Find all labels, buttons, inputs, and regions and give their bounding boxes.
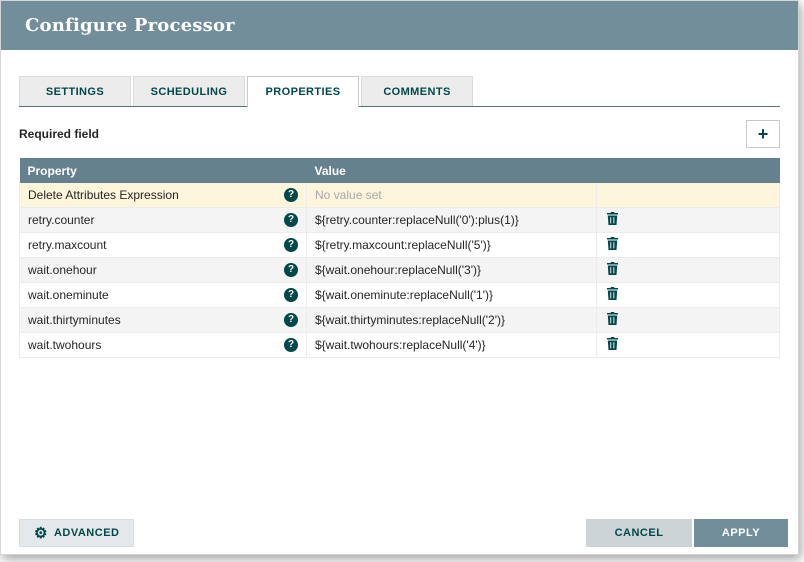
property-name-cell[interactable]: wait.oneminute? [19, 282, 307, 308]
table-row[interactable]: retry.counter? ${retry.counter:replaceNul… [19, 207, 780, 233]
property-actions-cell [596, 257, 780, 283]
trash-icon [607, 261, 618, 275]
properties-toolbar: Required field + [19, 120, 780, 148]
property-name-cell[interactable]: wait.onehour? [19, 257, 307, 283]
help-icon: ? [284, 212, 298, 227]
help-icon: ? [284, 262, 298, 277]
tab-comments[interactable]: COMMENTS [361, 76, 473, 106]
tab-settings[interactable]: SETTINGS [19, 76, 131, 106]
trash-icon [607, 336, 618, 350]
dialog-footer: ⚙ ADVANCED CANCEL APPLY [1, 519, 798, 554]
properties-table-body: Delete Attributes Expression? No value se… [19, 183, 780, 358]
required-field-label: Required field [19, 127, 100, 141]
property-name: wait.oneminute [28, 287, 109, 302]
apply-button[interactable]: APPLY [694, 519, 788, 547]
property-value-cell[interactable]: ${wait.thirtyminutes:replaceNull('2')} [306, 307, 597, 333]
property-actions-cell [596, 282, 780, 308]
properties-table: Property Value Delete Attributes Express… [19, 158, 780, 358]
property-value-cell[interactable]: ${wait.twohours:replaceNull('4')} [306, 332, 597, 358]
footer-actions: CANCEL APPLY [586, 519, 788, 547]
help-icon: ? [284, 287, 298, 302]
help-icon: ? [284, 312, 298, 327]
tab-bar: SETTINGS SCHEDULING PROPERTIES COMMENTS [19, 76, 780, 107]
property-name-cell[interactable]: wait.thirtyminutes? [19, 307, 307, 333]
property-name: wait.onehour [28, 262, 97, 277]
property-value-cell[interactable]: ${retry.counter:replaceNull('0'):plus(1)… [306, 207, 597, 233]
property-name: retry.counter [28, 212, 95, 227]
advanced-button-label: ADVANCED [53, 527, 120, 539]
delete-property-button[interactable] [605, 261, 618, 275]
table-row[interactable]: wait.onehour? ${wait.onehour:replaceNull(… [19, 257, 780, 283]
help-icon: ? [284, 237, 298, 252]
property-value-cell[interactable]: ${retry.maxcount:replaceNull('5')} [306, 232, 597, 258]
table-row[interactable]: retry.maxcount? ${retry.maxcount:replaceN… [19, 232, 780, 258]
plus-icon: + [757, 124, 769, 144]
trash-icon [607, 311, 618, 325]
property-value-cell[interactable]: ${wait.onehour:replaceNull('3')} [306, 257, 597, 283]
property-name: retry.maxcount [28, 237, 107, 252]
tab-properties[interactable]: PROPERTIES [247, 76, 359, 107]
cancel-button[interactable]: CANCEL [586, 519, 692, 547]
property-value-cell[interactable]: No value set [306, 183, 597, 208]
property-name-cell[interactable]: wait.twohours? [19, 332, 307, 358]
tab-scheduling[interactable]: SCHEDULING [133, 76, 245, 106]
property-value-cell[interactable]: ${wait.oneminute:replaceNull('1')} [306, 282, 597, 308]
property-name: wait.twohours [28, 337, 102, 352]
delete-property-button[interactable] [605, 311, 618, 325]
column-header-actions [596, 158, 780, 183]
column-header-property: Property [19, 158, 307, 183]
add-property-button[interactable]: + [746, 120, 780, 148]
gear-icon: ⚙ [34, 524, 48, 542]
property-name: Delete Attributes Expression [28, 187, 179, 202]
table-row[interactable]: wait.thirtyminutes? ${wait.thirtyminutes:… [19, 307, 780, 333]
property-actions-cell [596, 183, 780, 208]
dialog-title: Configure Processor [25, 15, 235, 36]
delete-property-button[interactable] [605, 286, 618, 300]
dialog-body: SETTINGS SCHEDULING PROPERTIES COMMENTS Req… [1, 50, 798, 519]
table-row[interactable]: wait.oneminute? ${wait.oneminute:replaceN… [19, 282, 780, 308]
property-actions-cell [596, 207, 780, 233]
delete-property-button[interactable] [605, 236, 618, 250]
table-row[interactable]: Delete Attributes Expression? No value se… [19, 183, 780, 208]
delete-property-button[interactable] [605, 336, 618, 350]
property-name-cell[interactable]: Delete Attributes Expression? [19, 183, 307, 208]
property-actions-cell [596, 307, 780, 333]
configure-processor-dialog: Configure Processor SETTINGS SCHEDULING PR… [0, 0, 799, 555]
property-name: wait.thirtyminutes [28, 312, 121, 327]
help-icon: ? [284, 337, 298, 352]
trash-icon [607, 211, 618, 225]
property-actions-cell [596, 232, 780, 258]
dialog-header: Configure Processor [1, 1, 798, 50]
property-actions-cell [596, 332, 780, 358]
trash-icon [607, 286, 618, 300]
advanced-button[interactable]: ⚙ ADVANCED [19, 519, 135, 547]
delete-property-button[interactable] [605, 211, 618, 225]
trash-icon [607, 236, 618, 250]
property-name-cell[interactable]: retry.counter? [19, 207, 307, 233]
help-icon: ? [284, 187, 298, 202]
column-header-value: Value [306, 158, 597, 183]
table-header-row: Property Value [19, 158, 780, 183]
property-name-cell[interactable]: retry.maxcount? [19, 232, 307, 258]
table-row[interactable]: wait.twohours? ${wait.twohours:replaceNul… [19, 332, 780, 358]
